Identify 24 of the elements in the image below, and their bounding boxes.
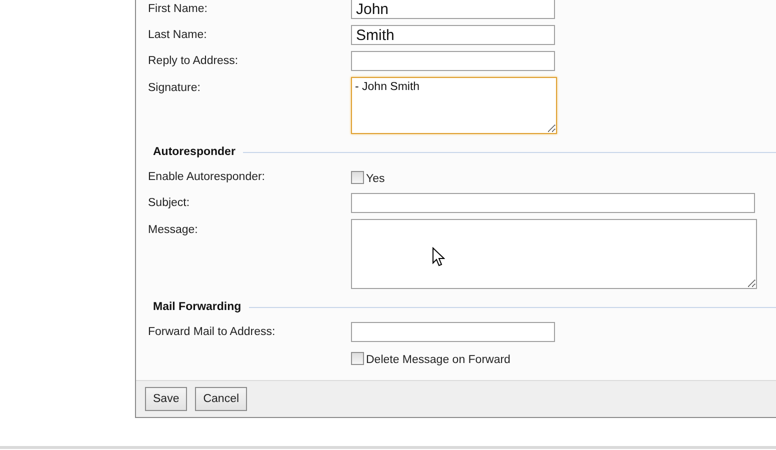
checkbox[interactable]: [351, 170, 364, 184]
cancel-button[interactable]: Cancel: [195, 387, 248, 411]
section-title: Mail Forwarding: [153, 301, 242, 313]
checkbox[interactable]: [351, 352, 364, 364]
field-label: Enable Autoresponder:: [148, 171, 266, 183]
cursor-icon: [432, 247, 445, 267]
checkbox-label: Delete Message on Forward: [366, 352, 510, 366]
text-area[interactable]: - John Smith: [351, 77, 557, 134]
field-label: Forward Mail to Address:: [148, 326, 276, 338]
text-field[interactable]: Smith: [351, 25, 555, 45]
section-title: Autoresponder: [153, 146, 236, 158]
field-label: Reply to Address:: [148, 55, 240, 67]
save-button[interactable]: Save: [145, 387, 188, 411]
text-field[interactable]: [351, 193, 755, 213]
text-field[interactable]: [351, 322, 555, 342]
field-label: Last Name:: [148, 29, 208, 41]
field-label: First Name:: [148, 3, 208, 15]
field-label: Message:: [148, 223, 199, 236]
text-field[interactable]: John: [351, 0, 555, 19]
checkbox-label: Yes: [366, 172, 385, 184]
field-label: Subject:: [148, 197, 191, 209]
text-field[interactable]: [351, 51, 555, 71]
text-area[interactable]: [351, 219, 757, 289]
field-label: Signature:: [148, 81, 202, 94]
